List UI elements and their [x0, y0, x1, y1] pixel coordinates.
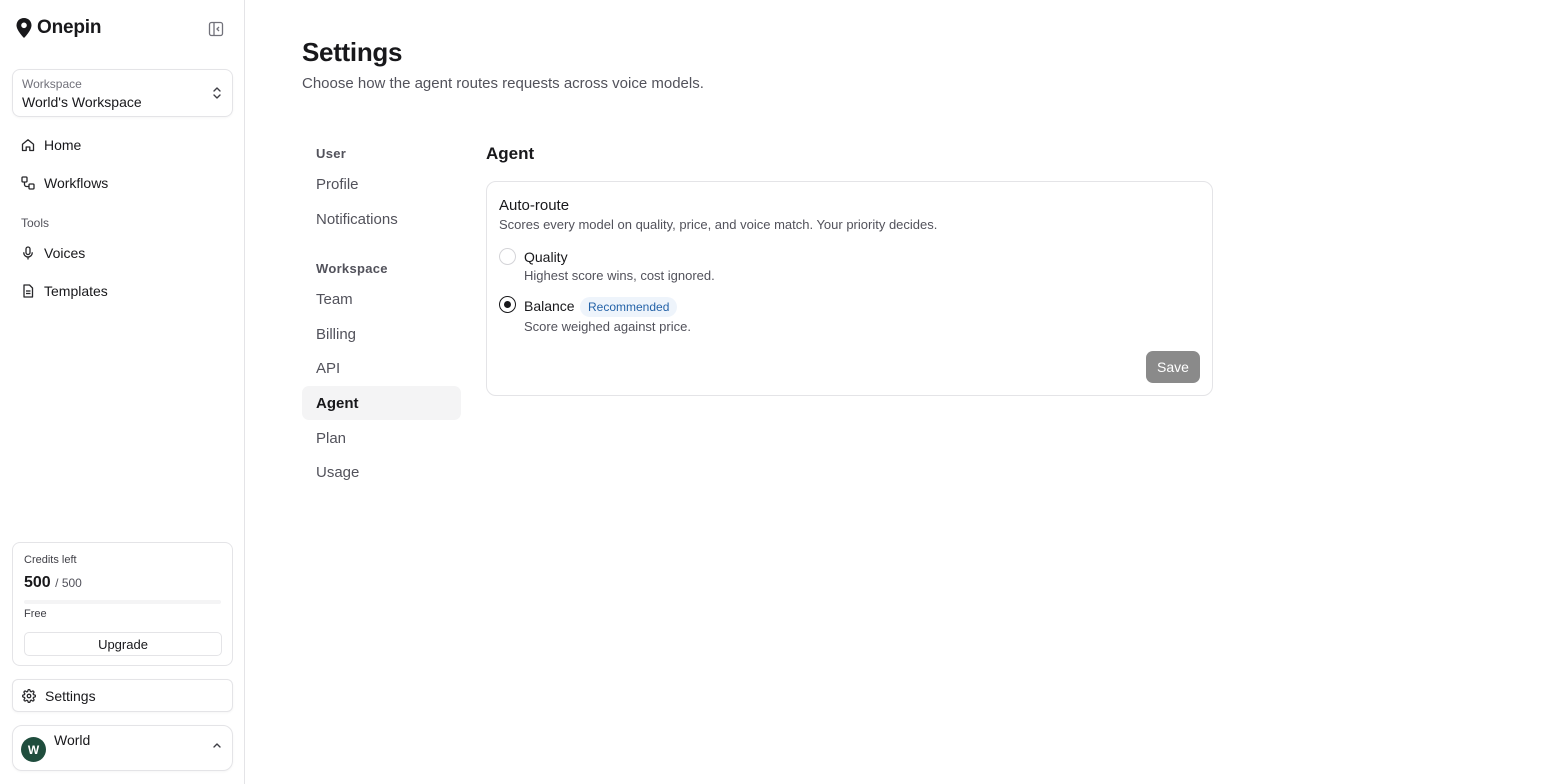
credits-progress-bar [24, 600, 221, 604]
recommended-badge: Recommended [580, 297, 678, 317]
plan-label: Free [24, 608, 47, 620]
sidebar-item-label: Templates [44, 283, 108, 299]
sidebar: Onepin Workspace World's Workspace Home [0, 0, 245, 784]
brand-name: Onepin [37, 17, 102, 38]
section-title: Agent [486, 144, 535, 163]
credits-progress-fill [24, 600, 221, 604]
settings-nav-agent[interactable]: Agent [302, 386, 461, 420]
user-menu[interactable]: W World [12, 725, 233, 771]
tools-section-label: Tools [21, 216, 50, 230]
credits-remaining: 500 [24, 574, 51, 591]
quality-option-description: Highest score wins, cost ignored. [524, 268, 715, 283]
sidebar-item-label: Voices [44, 245, 86, 261]
gear-icon [22, 688, 36, 703]
settings-nav-team[interactable]: Team [302, 282, 461, 316]
avatar: W [21, 737, 46, 762]
workflow-icon [21, 176, 35, 190]
settings-nav-api[interactable]: API [302, 351, 461, 385]
card-title: Auto-route [499, 197, 570, 214]
microphone-icon [21, 246, 35, 260]
quality-radio[interactable] [499, 248, 516, 265]
chevron-up-down-icon [211, 85, 223, 101]
settings-nav-plan[interactable]: Plan [302, 421, 461, 455]
settings-nav-notifications[interactable]: Notifications [302, 202, 461, 236]
settings-nav-section-user: User [316, 146, 347, 161]
credits-total: / 500 [55, 576, 82, 590]
balance-option-description: Score weighed against price. [524, 319, 691, 334]
brand-logo[interactable]: Onepin [15, 16, 101, 40]
sidebar-item-settings[interactable]: Settings [12, 679, 233, 712]
chevron-up-icon [212, 741, 222, 749]
settings-nav-profile[interactable]: Profile [302, 167, 461, 201]
settings-nav-usage[interactable]: Usage [302, 455, 461, 489]
home-icon [21, 138, 35, 152]
credits-card: Credits left 500 / 500 Free Upgrade [12, 542, 233, 666]
sidebar-item-label: Workflows [44, 175, 109, 191]
balance-radio[interactable] [499, 296, 516, 313]
sidebar-item-templates[interactable]: Templates [12, 275, 233, 307]
workspace-name: World's Workspace [22, 94, 142, 110]
page-subtitle: Choose how the agent routes requests acr… [302, 75, 704, 92]
user-name: World [54, 732, 91, 748]
main-content: Settings Choose how the agent routes req… [245, 0, 1544, 784]
document-icon [21, 284, 35, 298]
settings-nav-billing[interactable]: Billing [302, 317, 461, 351]
page-title: Settings [302, 37, 403, 67]
credits-value: 500 / 500 [24, 574, 82, 592]
sidebar-toggle-icon [208, 21, 224, 37]
quality-option-label[interactable]: Quality [524, 249, 568, 265]
balance-option-label[interactable]: Balance [524, 298, 575, 314]
workspace-label: Workspace [22, 77, 82, 91]
sidebar-item-label: Home [44, 137, 82, 153]
auto-route-card: Auto-route Scores every model on quality… [486, 181, 1213, 396]
upgrade-button[interactable]: Upgrade [24, 632, 222, 656]
card-description: Scores every model on quality, price, an… [499, 217, 938, 232]
collapse-sidebar-button[interactable] [206, 19, 226, 39]
sidebar-item-workflows[interactable]: Workflows [12, 167, 233, 199]
sidebar-item-home[interactable]: Home [12, 129, 233, 161]
sidebar-item-voices[interactable]: Voices [12, 237, 233, 269]
save-button[interactable]: Save [1146, 351, 1200, 383]
workspace-switcher[interactable]: Workspace World's Workspace [12, 69, 233, 117]
sidebar-item-label: Settings [45, 687, 96, 704]
map-pin-icon [15, 17, 33, 39]
settings-nav-section-workspace: Workspace [316, 261, 388, 276]
credits-title: Credits left [24, 554, 77, 566]
